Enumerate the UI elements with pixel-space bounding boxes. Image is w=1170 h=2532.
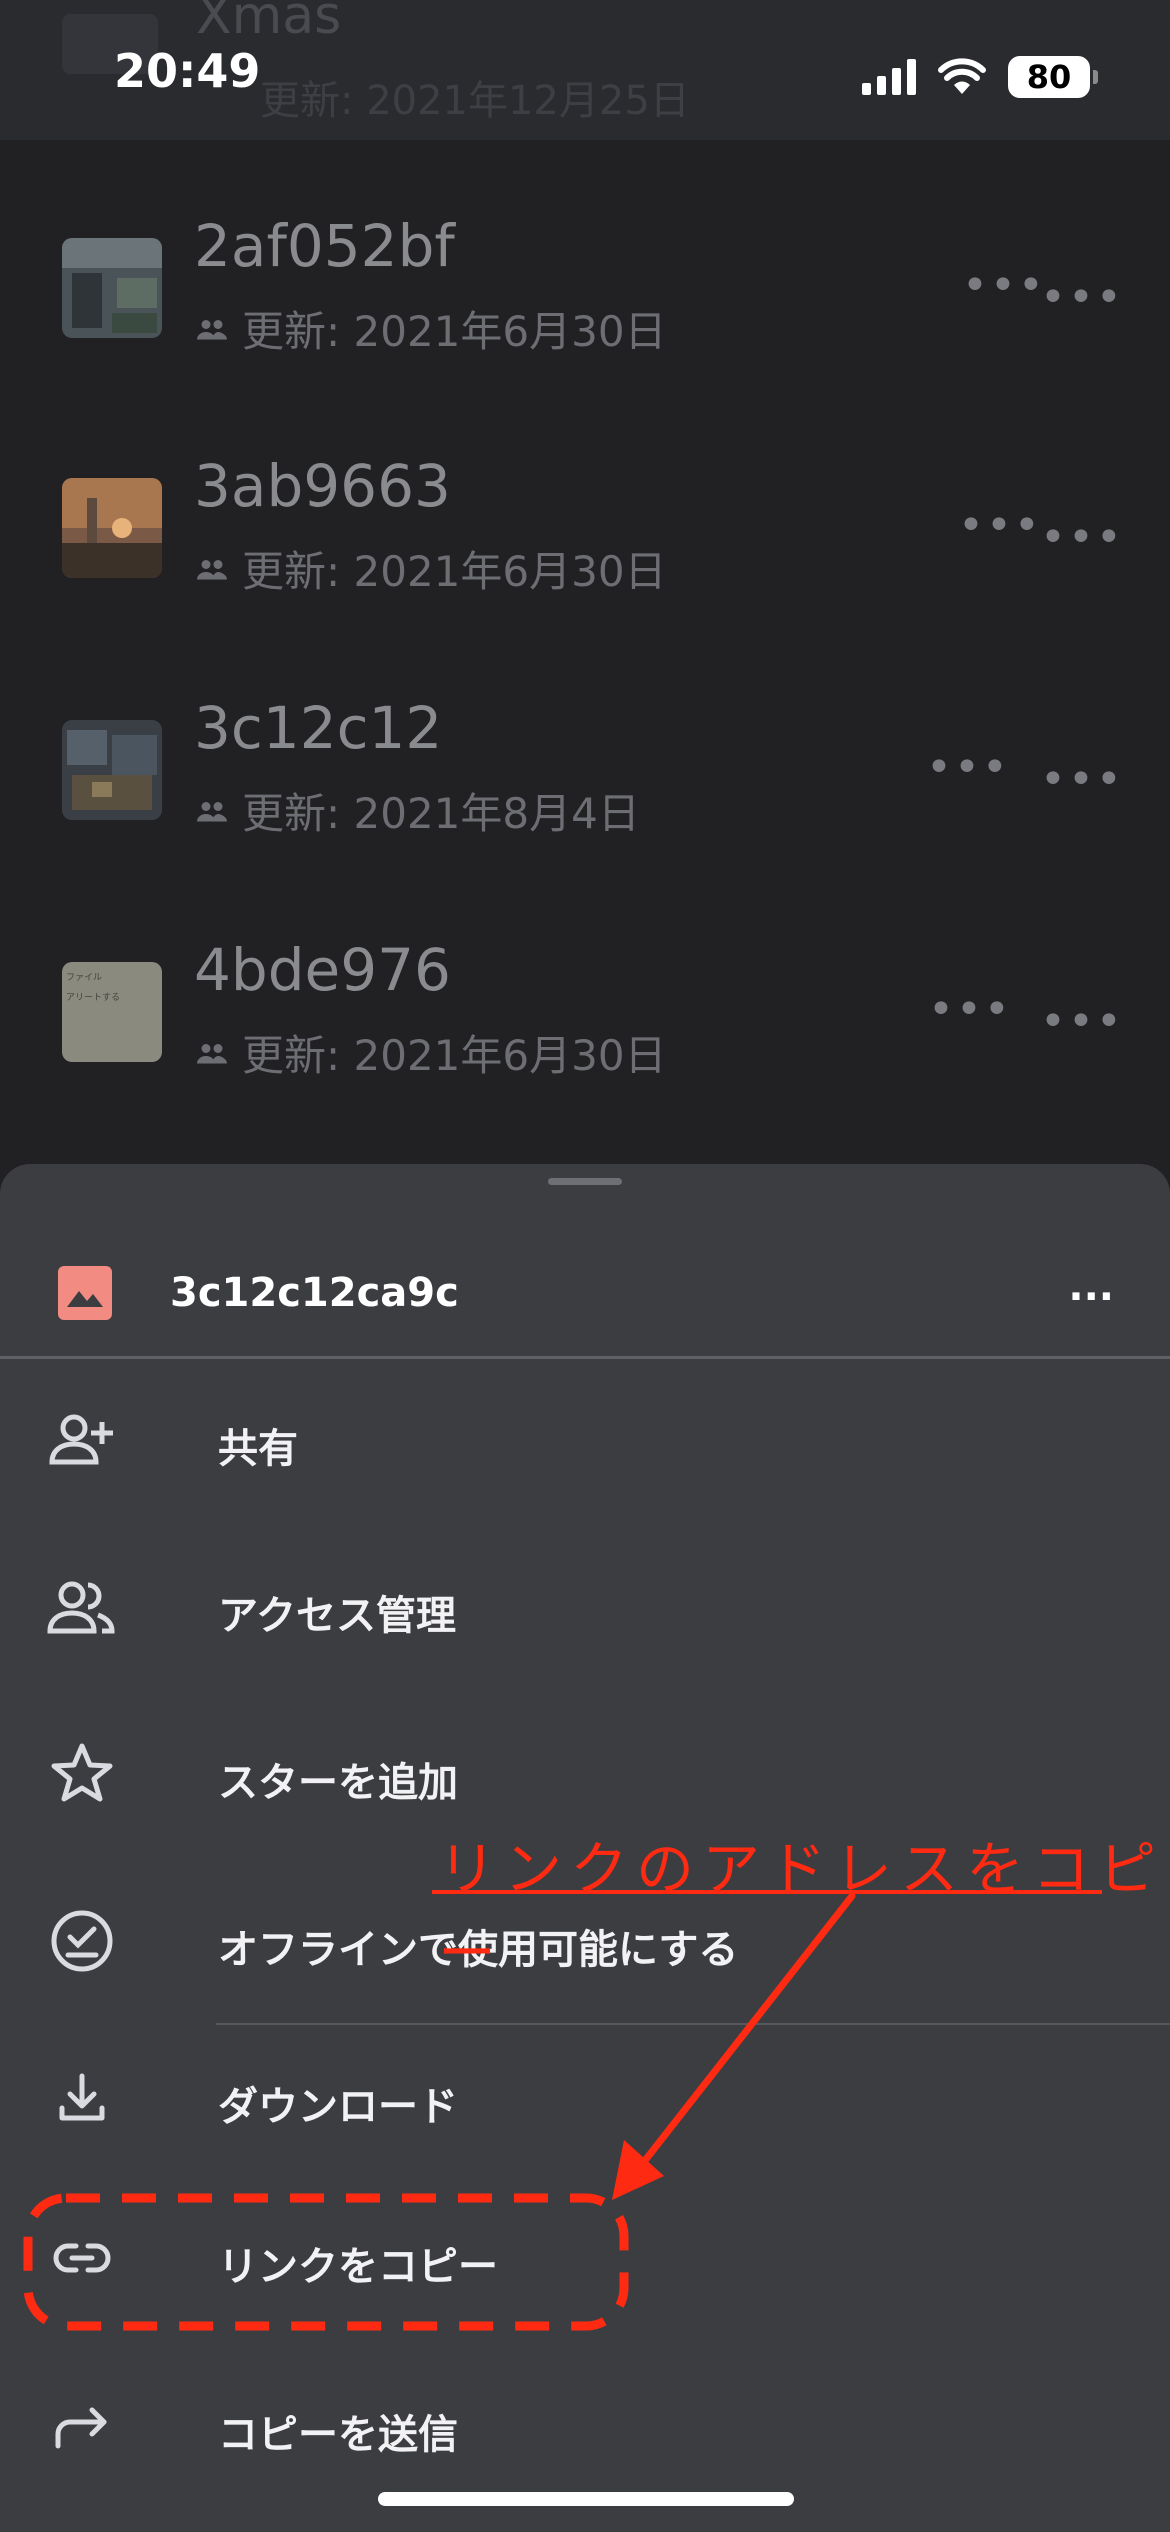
sheet-divider: [0, 1356, 1170, 1359]
ghost-more-icon: •••: [958, 500, 1042, 551]
thumb-line-1: ファイル: [66, 973, 103, 983]
more-options-icon[interactable]: •••: [1040, 272, 1124, 323]
download-icon: [46, 2062, 118, 2134]
file-row[interactable]: ファイル アリートする 4bde976 更新: 2021年6月30日 ••• •…: [0, 914, 1170, 1114]
people-icon: [46, 1571, 118, 1643]
menu-divider: [216, 2023, 1170, 2025]
thumb-line-2: アリートする: [66, 993, 121, 1003]
home-indicator[interactable]: [378, 2492, 794, 2506]
file-meta: 更新: 2021年6月30日: [194, 538, 667, 599]
menu-item-manage-access[interactable]: アクセス管理: [0, 1547, 1170, 1667]
annotation-underline: [432, 1890, 1102, 1894]
more-options-icon[interactable]: •••: [1040, 512, 1124, 563]
file-name: 2af052bf: [194, 212, 455, 280]
file-thumbnail: [62, 238, 162, 338]
file-row[interactable]: 2af052bf 更新: 2021年6月30日 ••• •••: [0, 190, 1170, 390]
star-icon: [46, 1738, 118, 1810]
share-arrow-icon: [46, 2390, 118, 2462]
file-updated-date: 更新: 2021年8月4日: [242, 789, 640, 838]
shared-people-icon: [197, 801, 227, 821]
file-updated-date: 更新: 2021年6月30日: [242, 1031, 667, 1080]
shared-people-icon: [197, 319, 227, 339]
file-thumbnail: [62, 478, 162, 578]
menu-item-copy-link[interactable]: リンクをコピー: [0, 2198, 1170, 2318]
ghost-more-icon: •••: [926, 742, 1010, 793]
battery-level: 80: [1026, 58, 1072, 96]
file-meta: 更新: 2021年6月30日: [194, 1022, 667, 1083]
menu-item-label: ダウンロード: [218, 2084, 458, 2130]
menu-item-label: アクセス管理: [218, 1593, 456, 1639]
offline-check-icon: [46, 1905, 118, 1977]
folder-subtitle: 更新: 2021年12月25日: [260, 78, 690, 124]
status-time: 20:49: [114, 44, 261, 98]
file-updated-date: 更新: 2021年6月30日: [242, 307, 667, 356]
more-options-icon[interactable]: •••: [1040, 754, 1124, 805]
file-thumbnail: ファイル アリートする: [62, 962, 162, 1062]
menu-item-send-copy[interactable]: コピーを送信: [0, 2366, 1170, 2486]
file-meta: 更新: 2021年8月4日: [194, 780, 640, 841]
file-meta: 更新: 2021年6月30日: [194, 298, 667, 359]
file-row[interactable]: 3ab9663 更新: 2021年6月30日 ••• •••: [0, 430, 1170, 630]
folder-title: Xmas: [196, 0, 342, 46]
status-icons: 80: [862, 54, 1098, 100]
shared-people-icon: [197, 1043, 227, 1063]
sheet-more-icon[interactable]: ...: [1068, 1264, 1114, 1310]
menu-item-label: スターを追加: [218, 1760, 458, 1806]
file-name: 3c12c12: [194, 694, 443, 762]
sheet-header: 3c12c12ca9c ...: [0, 1224, 1170, 1354]
file-updated-date: 更新: 2021年6月30日: [242, 547, 667, 596]
file-name: 4bde976: [194, 936, 451, 1004]
menu-item-download[interactable]: ダウンロード: [0, 2038, 1170, 2158]
cellular-signal-icon: [862, 59, 916, 95]
image-file-icon: [58, 1266, 112, 1320]
sheet-grabber[interactable]: [548, 1178, 622, 1185]
link-icon: [46, 2222, 118, 2294]
annotation-text: リンクのアドレスをコピー: [438, 1835, 1165, 1987]
menu-item-label: コピーを送信: [218, 2412, 458, 2458]
shared-people-icon: [197, 559, 227, 579]
battery-icon: 80: [1008, 56, 1098, 98]
sheet-file-title: 3c12c12ca9c: [170, 1270, 459, 1316]
ghost-more-icon: •••: [928, 984, 1012, 1035]
file-name: 3ab9663: [194, 452, 451, 520]
ghost-more-icon: •••: [962, 260, 1046, 311]
menu-item-share[interactable]: 共有: [0, 1380, 1170, 1500]
file-row[interactable]: 3c12c12 更新: 2021年8月4日 ••• •••: [0, 672, 1170, 872]
menu-item-add-star[interactable]: スターを追加: [0, 1714, 1170, 1834]
wifi-icon: [938, 58, 986, 94]
menu-item-label: 共有: [218, 1426, 298, 1472]
file-list-background: Xmas 更新: 2021年12月25日 20:49 80 2af052bf 更…: [0, 0, 1170, 1170]
person-add-icon: [46, 1404, 118, 1476]
menu-item-label: リンクをコピー: [218, 2244, 498, 2290]
file-thumbnail: [62, 720, 162, 820]
more-options-icon[interactable]: •••: [1040, 996, 1124, 1047]
